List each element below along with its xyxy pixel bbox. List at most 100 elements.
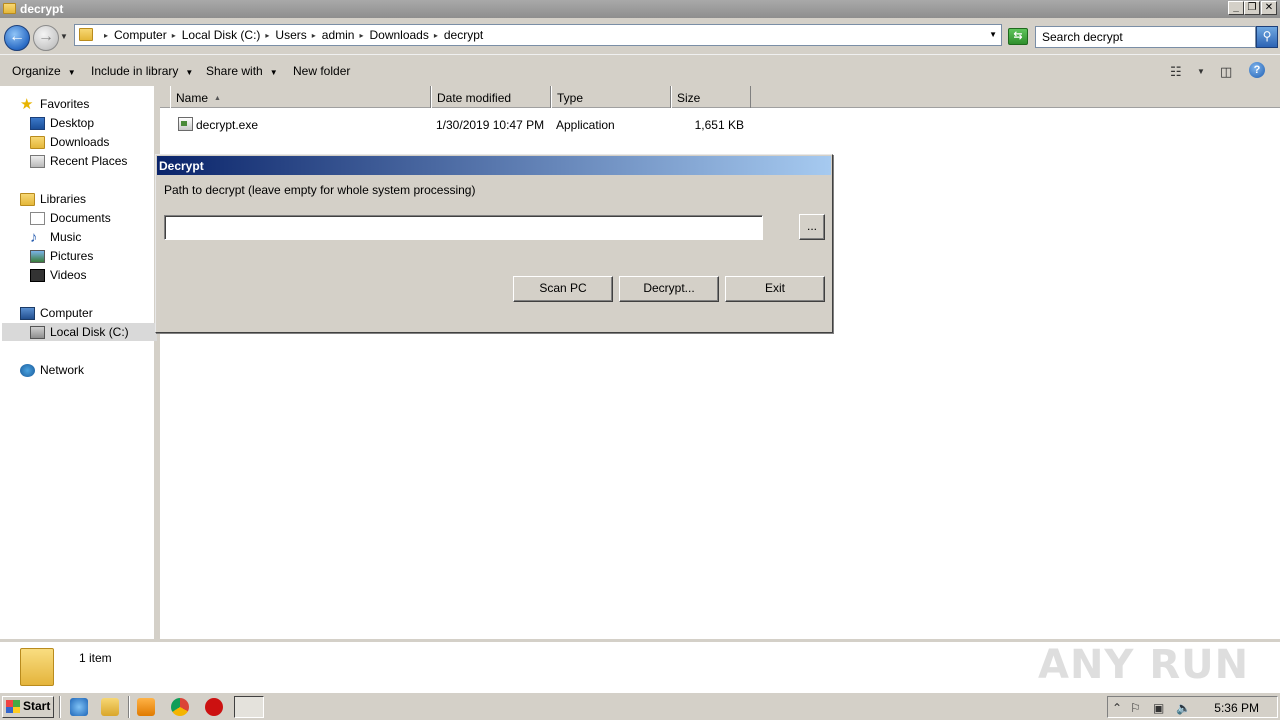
chevron-down-icon: ▼ xyxy=(269,68,278,77)
close-button[interactable]: ✕ xyxy=(1261,1,1277,15)
column-header-date[interactable]: Date modified xyxy=(431,86,551,108)
nav-downloads[interactable]: Downloads xyxy=(30,133,109,151)
system-tray: ⌃ ⚐ ▣ 🔈 5:36 PM xyxy=(1107,696,1278,718)
network-icon xyxy=(20,363,35,377)
nav-label: Network xyxy=(40,363,85,377)
nav-recent-places[interactable]: Recent Places xyxy=(30,152,127,170)
opera-icon[interactable] xyxy=(205,698,223,716)
nav-documents[interactable]: Documents xyxy=(30,209,111,227)
path-prompt-label: Path to decrypt (leave empty for whole s… xyxy=(164,183,476,197)
view-dropdown-icon[interactable]: ▼ xyxy=(1197,67,1205,76)
column-header-name[interactable]: Name ▲ xyxy=(170,86,431,108)
share-with-label: Share with xyxy=(206,64,263,78)
nav-label: Videos xyxy=(50,268,87,282)
include-in-library-button[interactable]: Include in library ▼ xyxy=(91,64,193,78)
restore-button[interactable]: ❐ xyxy=(1244,1,1260,15)
exit-button[interactable]: Exit xyxy=(725,276,825,302)
help-icon[interactable]: ? xyxy=(1249,62,1265,78)
back-button[interactable]: ← xyxy=(4,25,30,51)
show-hidden-icons-icon[interactable]: ⌃ xyxy=(1112,701,1122,715)
recent-places-icon xyxy=(30,154,45,168)
navigation-pane: ★ Favorites Desktop Downloads Recent Pla… xyxy=(0,86,157,639)
preview-pane-icon[interactable]: ◫ xyxy=(1220,64,1232,80)
breadcrumb-local-disk[interactable]: Local Disk (C:) xyxy=(182,28,261,42)
nav-label: Music xyxy=(50,230,82,244)
chrome-icon[interactable] xyxy=(171,698,189,716)
media-player-icon[interactable] xyxy=(137,698,155,716)
column-header-size[interactable]: Size xyxy=(671,86,751,108)
application-icon xyxy=(178,117,193,131)
watermark: ANY RUN xyxy=(1038,642,1250,688)
file-date: 1/30/2019 10:47 PM xyxy=(436,118,545,132)
window-titlebar[interactable]: decrypt _ ❐ ✕ xyxy=(0,0,1280,18)
path-input[interactable] xyxy=(164,215,763,240)
nav-network[interactable]: Network xyxy=(20,361,84,379)
breadcrumb-admin[interactable]: admin xyxy=(322,28,355,42)
nav-label: Recent Places xyxy=(50,154,128,168)
start-label: Start xyxy=(23,699,51,713)
chevron-right-icon[interactable]: ▸ xyxy=(172,31,176,40)
clock[interactable]: 5:36 PM xyxy=(1214,701,1259,715)
explorer-icon[interactable] xyxy=(101,698,119,716)
breadcrumb-decrypt[interactable]: decrypt xyxy=(444,28,483,42)
scan-pc-button[interactable]: Scan PC xyxy=(513,276,613,302)
column-label: Date modified xyxy=(437,91,512,105)
dialog-title[interactable]: Decrypt xyxy=(157,156,831,175)
nav-videos[interactable]: Videos xyxy=(30,266,86,284)
nav-favorites[interactable]: ★ Favorites xyxy=(20,95,89,113)
action-center-flag-icon[interactable]: ⚐ xyxy=(1130,701,1141,715)
search-input[interactable] xyxy=(1042,28,1242,46)
search-button[interactable]: ⚲ xyxy=(1256,26,1278,48)
file-name: decrypt.exe xyxy=(196,118,259,132)
breadcrumb-users[interactable]: Users xyxy=(275,28,306,42)
chevron-right-icon[interactable]: ▸ xyxy=(104,31,108,40)
address-history-dropdown[interactable]: ▼ xyxy=(989,30,997,39)
nav-local-disk[interactable]: Local Disk (C:) xyxy=(2,323,157,341)
view-options-icon[interactable]: ☷ xyxy=(1170,64,1182,80)
minimize-button[interactable]: _ xyxy=(1228,1,1244,15)
chevron-down-icon: ▼ xyxy=(67,68,76,77)
folder-icon xyxy=(20,648,54,686)
include-in-library-label: Include in library xyxy=(91,64,179,78)
decrypt-dialog: Decrypt Path to decrypt (leave empty for… xyxy=(155,154,833,333)
browse-button[interactable]: ... xyxy=(799,214,825,240)
chevron-right-icon[interactable]: ▸ xyxy=(359,31,363,40)
address-field[interactable]: ▸ Computer ▸ Local Disk (C:) ▸ Users ▸ a… xyxy=(74,24,1002,46)
nav-desktop[interactable]: Desktop xyxy=(30,114,94,132)
file-row[interactable]: decrypt.exe 1/30/2019 10:47 PM Applicati… xyxy=(160,115,760,135)
network-tray-icon[interactable]: ▣ xyxy=(1153,701,1164,715)
forward-button[interactable]: → xyxy=(33,25,59,51)
taskbar-separator xyxy=(59,696,61,718)
decrypt-button[interactable]: Decrypt... xyxy=(619,276,719,302)
volume-icon[interactable]: 🔈 xyxy=(1176,701,1191,715)
libraries-icon xyxy=(20,192,35,206)
recent-pages-dropdown[interactable]: ▼ xyxy=(60,32,68,41)
internet-explorer-icon[interactable] xyxy=(70,698,88,716)
new-folder-button[interactable]: New folder xyxy=(293,64,350,78)
taskbar-separator xyxy=(128,696,130,718)
chevron-right-icon[interactable]: ▸ xyxy=(312,31,316,40)
nav-libraries[interactable]: Libraries xyxy=(20,190,86,208)
nav-pictures[interactable]: Pictures xyxy=(30,247,93,265)
nav-label: Pictures xyxy=(50,249,94,263)
breadcrumb-computer[interactable]: Computer xyxy=(114,28,167,42)
nav-computer[interactable]: Computer xyxy=(20,304,93,322)
breadcrumb-downloads[interactable]: Downloads xyxy=(369,28,428,42)
column-header-type[interactable]: Type xyxy=(551,86,671,108)
start-button[interactable]: Start xyxy=(2,696,54,718)
share-with-button[interactable]: Share with ▼ xyxy=(206,64,278,78)
chevron-right-icon[interactable]: ▸ xyxy=(434,31,438,40)
search-icon: ⚲ xyxy=(1262,29,1272,43)
file-size: 1,651 KB xyxy=(694,118,744,132)
item-count: 1 item xyxy=(79,651,112,665)
command-bar: Organize ▼ Include in library ▼ Share with… xyxy=(0,54,1280,86)
chevron-right-icon[interactable]: ▸ xyxy=(265,31,269,40)
nav-label: Favorites xyxy=(40,97,90,111)
decrypt-taskbar-button[interactable] xyxy=(234,696,264,718)
organize-button[interactable]: Organize ▼ xyxy=(12,64,76,78)
search-box[interactable] xyxy=(1035,26,1256,48)
nav-label: Documents xyxy=(50,211,111,225)
nav-music[interactable]: ♪ Music xyxy=(30,228,81,246)
desktop-icon xyxy=(30,116,45,130)
refresh-button[interactable]: ⇆ xyxy=(1008,28,1028,45)
